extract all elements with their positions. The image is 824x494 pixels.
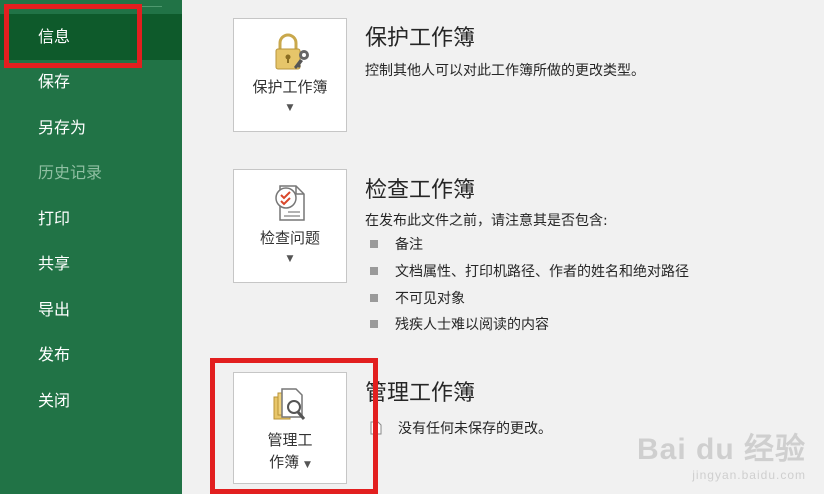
bullet-text: 文档属性、打印机路径、作者的姓名和绝对路径 [395, 264, 689, 280]
manage-workbook-status: 没有任何未保存的更改。 [370, 418, 552, 438]
protect-workbook-description: 控制其他人可以对此工作簿所做的更改类型。 [365, 63, 645, 79]
bullet-text: 残疾人士难以阅读的内容 [395, 317, 549, 333]
sidebar-divider [138, 6, 162, 7]
protect-workbook-button[interactable]: 保护工作簿 ▼ [233, 18, 347, 132]
baidu-watermark: Bai du 经验 jingyan.baidu.com [637, 424, 806, 482]
manage-workbook-title: 管理工作簿 [365, 381, 476, 406]
chevron-down-icon: ▼ [286, 103, 294, 113]
watermark-main: Bai du 经验 [636, 433, 806, 466]
bullet-icon [370, 240, 378, 248]
manage-status-text: 没有任何未保存的更改。 [398, 421, 552, 437]
bullet-icon [370, 267, 378, 275]
manage-workbook-label-line1: 管理工 [267, 431, 313, 449]
list-item: 备注 [370, 234, 423, 254]
sidebar-item-publish[interactable]: 发布 [0, 332, 182, 378]
bullet-icon [370, 294, 378, 302]
sidebar-item-history: 历史记录 [38, 163, 103, 182]
bullet-text: 不可见对象 [395, 291, 465, 307]
manage-workbook-icon [234, 385, 346, 427]
bullet-icon [370, 320, 378, 328]
inspect-workbook-description: 在发布此文件之前，请注意其是否包含: [365, 213, 608, 229]
sidebar-item-info[interactable]: 信息 [0, 14, 182, 60]
sidebar-item-print[interactable]: 打印 [0, 196, 182, 242]
backstage-sidebar: 信息 保存 另存为 历史记录 打印 共享 导出 发布 关闭 [0, 0, 182, 494]
manage-workbook-label-line2: 作簿 ▼ [234, 451, 346, 476]
chevron-down-icon: ▼ [303, 460, 311, 470]
sidebar-item-export[interactable]: 导出 [0, 287, 182, 333]
list-item: 文档属性、打印机路径、作者的姓名和绝对路径 [370, 261, 689, 281]
chevron-down-icon: ▼ [286, 254, 294, 264]
list-item: 残疾人士难以阅读的内容 [370, 314, 549, 334]
list-item: 不可见对象 [370, 288, 465, 308]
document-icon [370, 421, 382, 435]
lock-key-icon [234, 31, 346, 73]
check-issues-button[interactable]: 检查问题 ▼ [233, 169, 347, 283]
watermark-sub: jingyan.baidu.com [692, 468, 806, 482]
bullet-text: 备注 [395, 237, 423, 253]
manage-workbook-button[interactable]: 管理工 作簿 ▼ [233, 372, 347, 484]
check-issues-label: 检查问题 [259, 229, 320, 247]
sidebar-item-save-as[interactable]: 另存为 [0, 105, 182, 151]
protect-workbook-title: 保护工作簿 [365, 26, 476, 51]
sidebar-item-save[interactable]: 保存 [0, 59, 182, 105]
document-inspect-icon [234, 182, 346, 224]
manage-workbook-label-text: 作簿 [269, 453, 300, 471]
protect-workbook-label: 保护工作簿 [252, 78, 328, 96]
sidebar-item-share[interactable]: 共享 [0, 241, 182, 287]
sidebar-item-close[interactable]: 关闭 [0, 378, 182, 424]
inspect-workbook-title: 检查工作簿 [365, 178, 476, 203]
